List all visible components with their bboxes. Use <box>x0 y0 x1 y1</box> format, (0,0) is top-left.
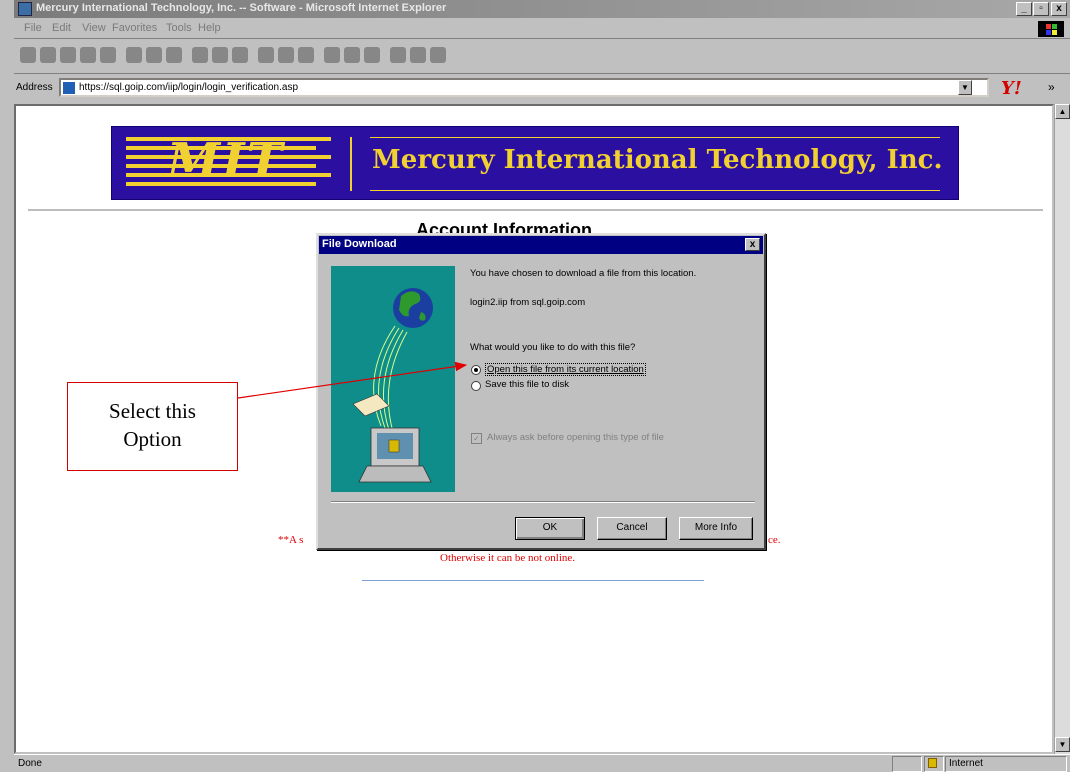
menu-edit[interactable]: Edit <box>52 22 71 34</box>
save-file-radio[interactable] <box>471 381 481 391</box>
address-url[interactable]: https://sql.goip.com/iip/login/login_ver… <box>79 82 298 93</box>
cancel-button[interactable]: Cancel <box>597 517 667 540</box>
dialog-question: What would you like to do with this file… <box>470 342 636 353</box>
note-line2: Otherwise it can be not online. <box>440 552 576 564</box>
menu-help[interactable]: Help <box>198 22 221 34</box>
favorites-icon[interactable] <box>146 47 162 63</box>
discuss-icon[interactable] <box>258 47 274 63</box>
vertical-scrollbar[interactable]: ▲ ▼ <box>1054 104 1070 754</box>
logo-text: MIT <box>167 133 285 189</box>
callout-line-1: Select this <box>109 399 196 423</box>
address-label: Address <box>16 82 53 93</box>
open-file-option-label[interactable]: Open this file from its current location <box>485 363 646 376</box>
close-button[interactable]: x <box>1051 2 1067 16</box>
note-right: ce. <box>768 534 781 546</box>
divider <box>28 209 1043 211</box>
more-info-button[interactable]: More Info <box>679 517 753 540</box>
scroll-down-icon[interactable]: ▼ <box>1055 737 1070 752</box>
settings-icon[interactable] <box>344 47 360 63</box>
dialog-separator <box>331 501 755 503</box>
divider-2 <box>362 580 704 581</box>
back-icon[interactable] <box>20 47 36 63</box>
edit-icon[interactable] <box>232 47 248 63</box>
maximize-button[interactable]: ▫ <box>1033 2 1049 16</box>
download-illustration <box>331 266 455 492</box>
history-icon[interactable] <box>166 47 182 63</box>
ok-button[interactable]: OK <box>515 517 585 540</box>
scroll-up-icon[interactable]: ▲ <box>1055 104 1070 119</box>
mail-icon[interactable] <box>192 47 208 63</box>
stop-icon[interactable] <box>60 47 76 63</box>
dialog-intro: You have chosen to download a file from … <box>470 268 697 279</box>
window-title: Mercury International Technology, Inc. -… <box>36 2 447 14</box>
messenger-icon[interactable] <box>278 47 294 63</box>
forward-icon[interactable] <box>40 47 56 63</box>
always-ask-label: Always ask before opening this type of f… <box>487 432 664 443</box>
print-icon[interactable] <box>212 47 228 63</box>
media-icon[interactable] <box>298 47 314 63</box>
windows-logo-icon <box>1038 21 1064 37</box>
tools-icon[interactable] <box>324 47 340 63</box>
refresh-icon[interactable] <box>80 47 96 63</box>
links-more-button[interactable]: » <box>1048 80 1055 94</box>
status-text: Done <box>18 758 42 769</box>
address-bar: Address https://sql.goip.com/iip/login/l… <box>14 76 1070 100</box>
menu-view[interactable]: View <box>82 22 106 34</box>
dialog-title: File Download <box>322 238 397 250</box>
yahoo-icon[interactable]: Y! <box>1001 78 1022 99</box>
dialog-title-bar[interactable]: File Download x <box>319 236 763 254</box>
instruction-callout: Select this Option <box>67 382 238 471</box>
paste-icon[interactable] <box>430 47 446 63</box>
info-icon[interactable] <box>364 47 380 63</box>
toolbar <box>14 40 1070 74</box>
menu-bar: File Edit View Favorites Tools Help <box>14 19 1070 39</box>
company-name: Mercury International Technology, Inc. <box>372 145 943 175</box>
minimize-button[interactable]: _ <box>1016 2 1032 16</box>
zone-label: Internet <box>949 758 983 769</box>
menu-tools[interactable]: Tools <box>166 22 192 34</box>
note-left: **A s <box>278 534 304 546</box>
file-download-dialog: File Download x You have chosen to downl… <box>316 233 766 550</box>
search-icon[interactable] <box>126 47 142 63</box>
always-ask-checkbox: ✓ <box>471 433 482 444</box>
copy-icon[interactable] <box>410 47 426 63</box>
home-icon[interactable] <box>100 47 116 63</box>
page-icon <box>63 82 75 94</box>
status-bar: Done Internet <box>14 754 1070 772</box>
open-file-radio[interactable] <box>471 365 481 375</box>
company-banner: MIT Mercury International Technology, In… <box>111 126 959 200</box>
title-bar[interactable]: Mercury International Technology, Inc. -… <box>14 0 1070 18</box>
save-file-option-label[interactable]: Save this file to disk <box>485 379 569 390</box>
menu-favorites[interactable]: Favorites <box>112 22 157 34</box>
callout-line-2: Option <box>123 427 182 451</box>
menu-file[interactable]: File <box>24 22 42 34</box>
address-dropdown-button[interactable]: ▼ <box>958 80 972 95</box>
lock-icon <box>928 758 937 768</box>
dialog-close-button[interactable]: x <box>745 238 760 251</box>
cut-icon[interactable] <box>390 47 406 63</box>
address-input[interactable]: https://sql.goip.com/iip/login/login_ver… <box>59 78 989 97</box>
ie-icon <box>18 2 32 16</box>
dialog-filename: login2.iip from sql.goip.com <box>470 297 586 308</box>
